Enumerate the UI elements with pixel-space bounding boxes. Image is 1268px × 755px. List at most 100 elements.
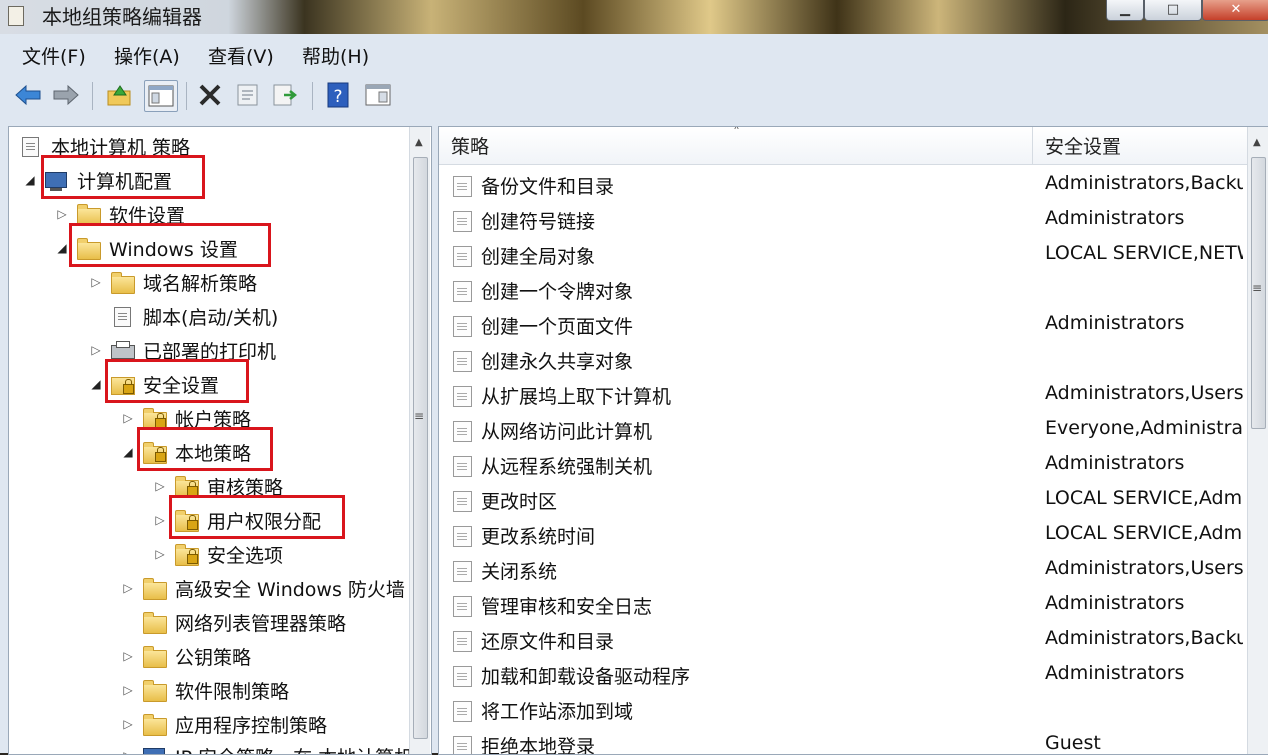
- tree-item-local-policies[interactable]: ◢ 本地策略: [121, 437, 251, 467]
- expand-icon[interactable]: ▷: [89, 275, 103, 289]
- tree-item-account-policies[interactable]: ▷ 帐户策略: [121, 403, 251, 433]
- list-scrollbar[interactable]: ▲ ≡: [1247, 127, 1268, 754]
- tree-item-public-key-policies[interactable]: ▷ 公钥策略: [121, 641, 251, 671]
- collapse-icon[interactable]: ◢: [89, 377, 103, 391]
- tree-root-label: 本地计算机 策略: [51, 133, 190, 160]
- table-row[interactable]: 创建一个页面文件Administrators: [439, 308, 1247, 343]
- table-row[interactable]: 更改系统时间 LOCAL SERVICE,Administrators: [439, 518, 1247, 553]
- tree-item-software-settings[interactable]: ▷ 软件设置: [55, 199, 185, 229]
- expand-icon[interactable]: ▷: [121, 717, 135, 731]
- tree-item-scripts[interactable]: 脚本(启动/关机): [89, 301, 278, 331]
- tree-item-app-control-policies[interactable]: ▷ 应用程序控制策略: [121, 709, 327, 739]
- policy-name: 创建一个页面文件: [481, 312, 633, 339]
- security-settings-icon: [111, 374, 135, 394]
- tree-item-audit-policy[interactable]: ▷ 审核策略: [153, 471, 283, 501]
- expand-icon[interactable]: ▷: [121, 749, 135, 755]
- scroll-up-icon[interactable]: ▲: [1253, 137, 1261, 148]
- view-button[interactable]: [362, 80, 394, 110]
- tree-item-label: 审核策略: [207, 473, 283, 500]
- column-header-security-setting[interactable]: 安全设置: [1033, 127, 1247, 165]
- table-row[interactable]: 还原文件和目录Administrators,Backup Operators: [439, 623, 1247, 658]
- column-header-label: 策略: [451, 132, 489, 159]
- table-row[interactable]: 备份文件和目录 Administrators,Backup Operators: [439, 168, 1247, 203]
- tree-scrollbar[interactable]: ▲ ≡: [409, 127, 430, 754]
- expand-icon[interactable]: ▷: [121, 683, 135, 697]
- policy-icon: [453, 281, 472, 302]
- forward-button[interactable]: [50, 80, 82, 110]
- menu-help[interactable]: 帮助(H): [302, 42, 369, 69]
- maximize-button[interactable]: □: [1144, 0, 1202, 21]
- policy-icon: [453, 561, 472, 582]
- title-bar[interactable]: 本地组策略编辑器 ▁ □ ✕: [0, 0, 1268, 34]
- tree-item-advanced-firewall[interactable]: ▷ 高级安全 Windows 防火墙: [121, 573, 405, 603]
- close-button[interactable]: ✕: [1202, 0, 1268, 21]
- up-level-button[interactable]: [104, 80, 136, 110]
- delete-icon: [197, 83, 223, 107]
- tree-item-network-list-manager[interactable]: 网络列表管理器策略: [121, 607, 346, 637]
- security-setting: LOCAL SERVICE,Administrators: [1045, 522, 1243, 544]
- properties-button[interactable]: [232, 80, 264, 110]
- scroll-up-icon[interactable]: ▲: [415, 137, 423, 148]
- collapse-icon[interactable]: ◢: [23, 173, 37, 187]
- table-row[interactable]: 更改时区LOCAL SERVICE,Administrators: [439, 483, 1247, 518]
- show-hide-tree-button[interactable]: [144, 80, 178, 112]
- table-row[interactable]: 加载和卸载设备驱动程序Administrators: [439, 658, 1247, 693]
- tree-item-label: 应用程序控制策略: [175, 711, 327, 738]
- tree-item-name-resolution-policy[interactable]: ▷ 域名解析策略: [89, 267, 257, 297]
- expand-icon[interactable]: ▷: [153, 513, 167, 527]
- back-button[interactable]: [12, 80, 44, 110]
- tree-item-software-restriction[interactable]: ▷ 软件限制策略: [121, 675, 289, 705]
- policy-list-pane[interactable]: 策略 ˄ 安全设置 备份文件和目录 Administrators,Backup O…: [438, 126, 1268, 755]
- delete-button[interactable]: [194, 80, 226, 110]
- expand-icon[interactable]: ▷: [121, 411, 135, 425]
- security-setting: Administrators,Backup Operators: [1045, 627, 1243, 649]
- table-row[interactable]: 创建一个令牌对象: [439, 273, 1247, 308]
- table-row[interactable]: 将工作站添加到域: [439, 693, 1247, 728]
- tree-item-security-settings[interactable]: ◢ 安全设置: [89, 369, 219, 399]
- column-header-policy[interactable]: 策略 ˄: [439, 127, 1033, 165]
- table-row[interactable]: 拒绝本地登录Guest: [439, 728, 1247, 755]
- console-tree-pane[interactable]: 本地计算机 策略 ◢ 计算机配置 ▷ 软件设置 ◢ Windows 设置 ▷ 域…: [8, 126, 432, 755]
- toolbar-separator: [186, 82, 187, 110]
- table-row[interactable]: 创建全局对象LOCAL SERVICE,NETWORK SERVICE: [439, 238, 1247, 273]
- back-arrow-icon: [14, 84, 42, 106]
- menu-view[interactable]: 查看(V): [208, 42, 274, 69]
- table-row[interactable]: 关闭系统Administrators,Users: [439, 553, 1247, 588]
- collapse-icon[interactable]: ◢: [55, 241, 69, 255]
- minimize-button[interactable]: ▁: [1106, 0, 1144, 21]
- policy-name: 备份文件和目录: [481, 172, 614, 199]
- expand-icon[interactable]: ▷: [121, 581, 135, 595]
- expand-icon[interactable]: ▷: [89, 343, 103, 357]
- security-setting: Administrators,Backup Operators: [1045, 172, 1243, 194]
- table-row[interactable]: 从远程系统强制关机Administrators: [439, 448, 1247, 483]
- collapse-icon[interactable]: ◢: [121, 445, 135, 459]
- policy-icon: [453, 316, 472, 337]
- table-row[interactable]: 创建永久共享对象: [439, 343, 1247, 378]
- menu-action[interactable]: 操作(A): [114, 42, 180, 69]
- tree-root[interactable]: 本地计算机 策略: [15, 131, 190, 161]
- toolbar-separator: [92, 82, 93, 110]
- tree-item-user-rights-assignment[interactable]: ▷ 用户权限分配: [153, 505, 321, 535]
- expand-icon[interactable]: ▷: [55, 207, 69, 221]
- expand-icon[interactable]: ▷: [121, 649, 135, 663]
- tree-item-label: 高级安全 Windows 防火墙: [175, 575, 405, 602]
- tree-item-deployed-printers[interactable]: ▷ 已部署的打印机: [89, 335, 276, 365]
- table-row[interactable]: 管理审核和安全日志Administrators: [439, 588, 1247, 623]
- table-row[interactable]: 从扩展坞上取下计算机Administrators,Users: [439, 378, 1247, 413]
- tree-item-security-options[interactable]: ▷ 安全选项: [153, 539, 283, 569]
- policy-name: 更改系统时间: [481, 522, 595, 549]
- table-row[interactable]: 创建符号链接Administrators: [439, 203, 1247, 238]
- window-title: 本地组策略编辑器: [42, 1, 202, 30]
- security-setting: LOCAL SERVICE,NETWORK SERVICE: [1045, 242, 1243, 264]
- expand-icon[interactable]: ▷: [153, 479, 167, 493]
- help-button[interactable]: ?: [322, 80, 354, 110]
- tree-item-computer-config[interactable]: ◢ 计算机配置: [23, 165, 172, 195]
- expand-icon[interactable]: ▷: [153, 547, 167, 561]
- scroll-thumb[interactable]: [413, 157, 428, 739]
- menu-file[interactable]: 文件(F): [22, 42, 86, 69]
- menu-bar: 文件(F) 操作(A) 查看(V) 帮助(H): [6, 38, 1266, 70]
- export-list-button[interactable]: [270, 80, 302, 110]
- locked-folder-icon: [175, 476, 199, 496]
- table-row[interactable]: 从网络访问此计算机Everyone,Administrators: [439, 413, 1247, 448]
- tree-item-windows-settings[interactable]: ◢ Windows 设置: [55, 233, 238, 263]
